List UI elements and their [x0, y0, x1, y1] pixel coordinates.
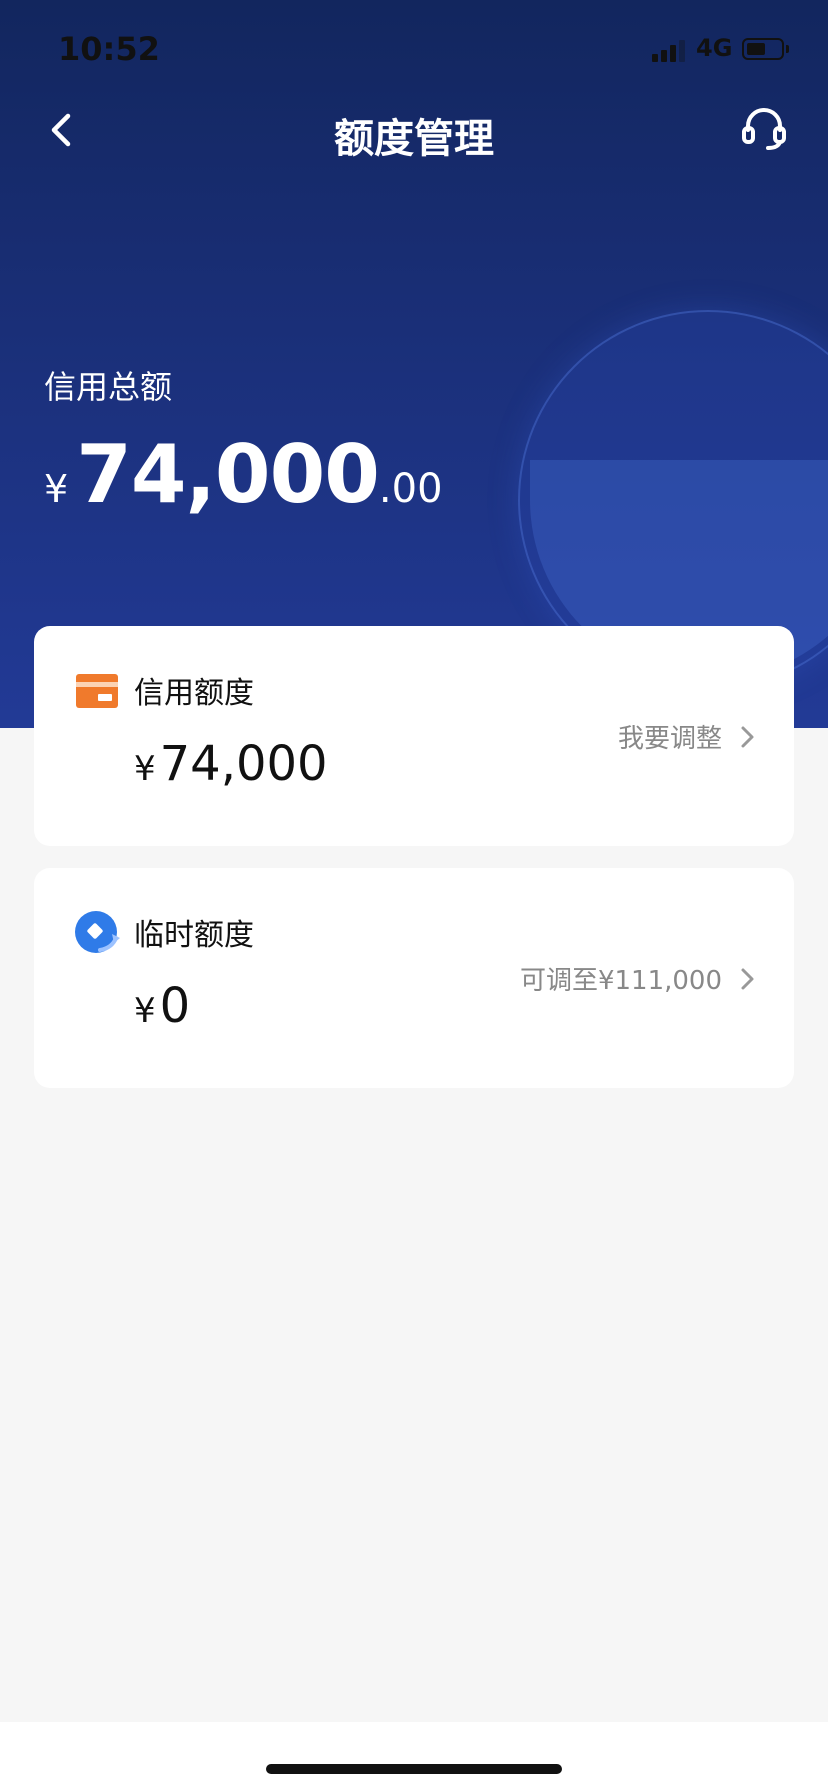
credit-card-icon: [76, 674, 118, 708]
bottom-safe-area: [0, 1722, 828, 1792]
currency-symbol: ¥: [134, 991, 156, 1031]
navigation-bar: 额度管理: [0, 90, 828, 170]
credit-limit-title: 信用额度: [134, 676, 254, 711]
battery-cap: [786, 45, 789, 53]
adjustable-to-link[interactable]: 可调至¥111,000: [520, 960, 722, 997]
currency-symbol: ¥: [44, 467, 69, 511]
network-type: 4G: [696, 34, 733, 62]
total-credit-label: 信用总额: [44, 368, 173, 406]
status-bar: 10:52 4G: [0, 0, 828, 90]
home-indicator[interactable]: [266, 1764, 562, 1774]
battery-icon: [742, 38, 784, 60]
temporary-limit-title: 临时额度: [134, 918, 254, 953]
temporary-limit-card[interactable]: 临时额度 ¥0 可调至¥111,000: [34, 868, 794, 1088]
temp-credit-icon: [75, 911, 120, 953]
status-time: 10:52: [58, 30, 160, 68]
customer-service-button[interactable]: [738, 102, 790, 154]
signal-icon: [652, 40, 688, 62]
adjust-limit-link[interactable]: 我要调整: [618, 718, 722, 755]
total-amount-decimal: .00: [378, 466, 443, 512]
total-credit-amount: ¥74,000.00: [44, 428, 443, 521]
credit-limit-card[interactable]: 信用额度 ¥74,000 我要调整: [34, 626, 794, 846]
chevron-right-icon: [741, 968, 754, 990]
headset-icon: [742, 108, 786, 150]
total-amount-integer: 74,000: [76, 428, 380, 521]
currency-symbol: ¥: [134, 749, 156, 789]
credit-limit-amount: ¥74,000: [134, 736, 328, 792]
temporary-limit-value: 0: [159, 978, 191, 1034]
chevron-right-icon: [741, 726, 754, 748]
temporary-limit-amount: ¥0: [134, 978, 190, 1034]
credit-limit-value: 74,000: [159, 736, 328, 792]
page-title: 额度管理: [334, 116, 494, 162]
